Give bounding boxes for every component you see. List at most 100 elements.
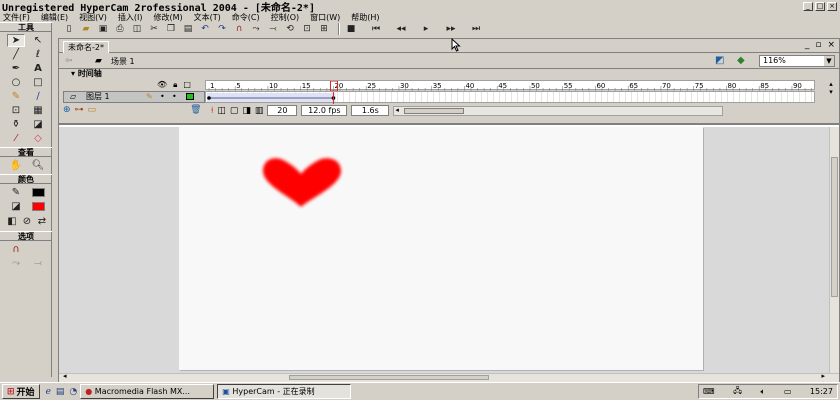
taskbar-item-flash[interactable]: ● Macromedia Flash MX...: [80, 384, 215, 399]
stage-hscroll-thumb[interactable]: [289, 375, 489, 380]
close-button[interactable]: ×: [827, 1, 837, 11]
arrow-tool-icon[interactable]: ➤: [7, 34, 25, 47]
open-folder-icon[interactable]: ▰: [79, 22, 93, 35]
minimize-button[interactable]: _: [803, 1, 813, 11]
paint-bucket-tool-icon[interactable]: ◪: [29, 118, 47, 131]
pen-tool-icon[interactable]: ✒: [7, 62, 25, 75]
layer-name-cell[interactable]: ▱ 图层 1 ✎ • •: [63, 91, 205, 103]
straighten-icon[interactable]: ⤙: [266, 22, 280, 35]
tray-network-icon[interactable]: 🖧︎: [733, 385, 742, 399]
black-white-icon[interactable]: ◧: [6, 215, 18, 228]
cut-icon[interactable]: ✂: [147, 22, 161, 35]
start-button[interactable]: ⊞ 开始: [2, 384, 40, 399]
timeline-scroll-thumb[interactable]: [404, 107, 465, 114]
free-transform-tool-icon[interactable]: ⊡: [7, 104, 25, 117]
layer-lock-dot[interactable]: •: [172, 92, 177, 102]
document-tab[interactable]: 未命名-2*: [63, 41, 109, 53]
lasso-tool-icon[interactable]: ℓ: [29, 48, 47, 61]
paste-icon[interactable]: ▤: [181, 22, 195, 35]
brush-tool-icon[interactable]: ∕: [29, 90, 47, 103]
taskbar-item-hypercam[interactable]: ▣ HyperCam - 正在录制: [217, 384, 352, 399]
edit-scene-icon[interactable]: ◆: [737, 55, 745, 66]
copy-icon[interactable]: ❐: [164, 22, 178, 35]
hscroll-left-icon[interactable]: ◂: [63, 372, 67, 380]
back-arrow-icon[interactable]: ⇦: [65, 56, 73, 66]
delete-layer-icon[interactable]: 🗑︎: [190, 105, 201, 115]
scale-icon[interactable]: ⊡: [300, 22, 314, 35]
line-tool-icon[interactable]: ╱: [7, 48, 25, 61]
new-file-icon[interactable]: ▯: [62, 22, 76, 35]
hscroll-right-icon[interactable]: ▸: [821, 372, 825, 380]
align-icon[interactable]: ⊞: [317, 22, 331, 35]
rotate-icon[interactable]: ⟲: [283, 22, 297, 35]
tray-camera-icon[interactable]: ▭: [784, 387, 792, 396]
smooth-icon[interactable]: ⤳: [249, 22, 263, 35]
eyedropper-tool-icon[interactable]: ⁄: [7, 132, 25, 145]
maximize-button[interactable]: □: [815, 1, 825, 11]
oval-tool-icon[interactable]: ○: [7, 76, 25, 89]
doc-restore-icon[interactable]: ▫: [815, 40, 821, 50]
rectangle-tool-icon[interactable]: □: [29, 76, 47, 89]
center-frame-icon[interactable]: ⍿: [211, 106, 213, 116]
swap-colors-icon[interactable]: ⇄: [36, 215, 48, 228]
smooth-option-icon[interactable]: ⤳: [7, 257, 25, 270]
zoom-dropdown-icon[interactable]: ▼: [824, 56, 834, 66]
keyframe-dot[interactable]: [207, 96, 211, 100]
stage-hscroll[interactable]: ◂ ▸: [59, 372, 839, 382]
stop-icon[interactable]: ■: [344, 22, 358, 35]
undo-icon[interactable]: ↶: [198, 22, 212, 35]
step-back-icon[interactable]: ◂◂: [394, 22, 408, 35]
save-icon[interactable]: ▣: [96, 22, 110, 35]
onion-skin-icon[interactable]: ◫: [217, 106, 226, 116]
doc-close-icon[interactable]: ×: [827, 40, 835, 50]
tray-volume-icon[interactable]: 🔈︎: [761, 387, 766, 397]
stage-work-area[interactable]: [59, 127, 829, 373]
rewind-icon[interactable]: ⏮: [369, 22, 383, 35]
redo-icon[interactable]: ↷: [215, 22, 229, 35]
text-tool-icon[interactable]: A: [29, 62, 47, 75]
timeline-vscroll[interactable]: ▴ ▾: [825, 80, 837, 116]
browser-icon[interactable]: ℯ: [46, 387, 51, 397]
onion-outline-icon[interactable]: ▢: [230, 106, 239, 116]
add-guide-icon[interactable]: ⊶: [75, 105, 84, 115]
stage-vscroll[interactable]: [829, 127, 839, 373]
frame-ruler[interactable]: 1 5 10 15 20 25 30 35 40 45 50 55 60 65 70 75 80 85 90: [205, 80, 815, 92]
tray-ime-icon[interactable]: ⌨: [703, 387, 715, 396]
layer-visible-dot[interactable]: •: [160, 92, 165, 102]
timeline-header[interactable]: ▾ 时间轴: [59, 69, 839, 78]
onion-markers-icon[interactable]: ▥: [255, 106, 264, 116]
add-folder-icon[interactable]: ▭: [88, 105, 97, 115]
show-desktop-icon[interactable]: ▤: [56, 387, 65, 397]
no-color-icon[interactable]: ⊘: [21, 215, 33, 228]
pencil-tool-icon[interactable]: ✎: [7, 90, 25, 103]
layer-outline-swatch[interactable]: [186, 93, 194, 100]
ink-bottle-tool-icon[interactable]: ⚱: [7, 118, 25, 131]
stroke-color-icon[interactable]: ✎: [7, 186, 25, 199]
fill-transform-tool-icon[interactable]: ▦: [29, 104, 47, 117]
outline-icon[interactable]: □: [183, 80, 191, 90]
subselect-tool-icon[interactable]: ↖: [29, 34, 47, 47]
eraser-tool-icon[interactable]: ◇: [29, 132, 47, 145]
heart-shape[interactable]: [263, 158, 341, 207]
doc-minimize-icon[interactable]: _: [805, 40, 810, 50]
lock-icon[interactable]: 🔒︎: [173, 80, 177, 90]
edit-multiple-icon[interactable]: ◨: [242, 106, 251, 116]
eye-icon[interactable]: 👁︎: [157, 80, 167, 90]
go-to-end-icon[interactable]: ⏭: [469, 22, 483, 35]
print-preview-icon[interactable]: ◫: [130, 22, 144, 35]
straighten-option-icon[interactable]: ⤙: [29, 257, 47, 270]
add-layer-icon[interactable]: ⊕: [63, 105, 71, 115]
fill-color-icon[interactable]: ◪: [7, 200, 25, 213]
zoom-select[interactable]: 116% ▼: [759, 55, 835, 67]
frame-cells[interactable]: [205, 91, 815, 104]
menu-file[interactable]: 文件(F): [3, 12, 30, 23]
stage-canvas[interactable]: [179, 127, 703, 370]
hand-tool-icon[interactable]: ✋: [7, 159, 25, 172]
edit-symbols-icon[interactable]: ◩: [715, 55, 724, 66]
snap-magnet-option-icon[interactable]: ∩: [7, 243, 25, 256]
layer-row[interactable]: ▱ 图层 1 ✎ • •: [59, 91, 839, 104]
play-icon[interactable]: ▸: [419, 22, 433, 35]
zoom-tool-icon[interactable]: 🔍︎: [29, 159, 47, 172]
scroll-left-icon[interactable]: ◂: [395, 106, 399, 114]
stage-vscroll-thumb[interactable]: [831, 157, 838, 297]
